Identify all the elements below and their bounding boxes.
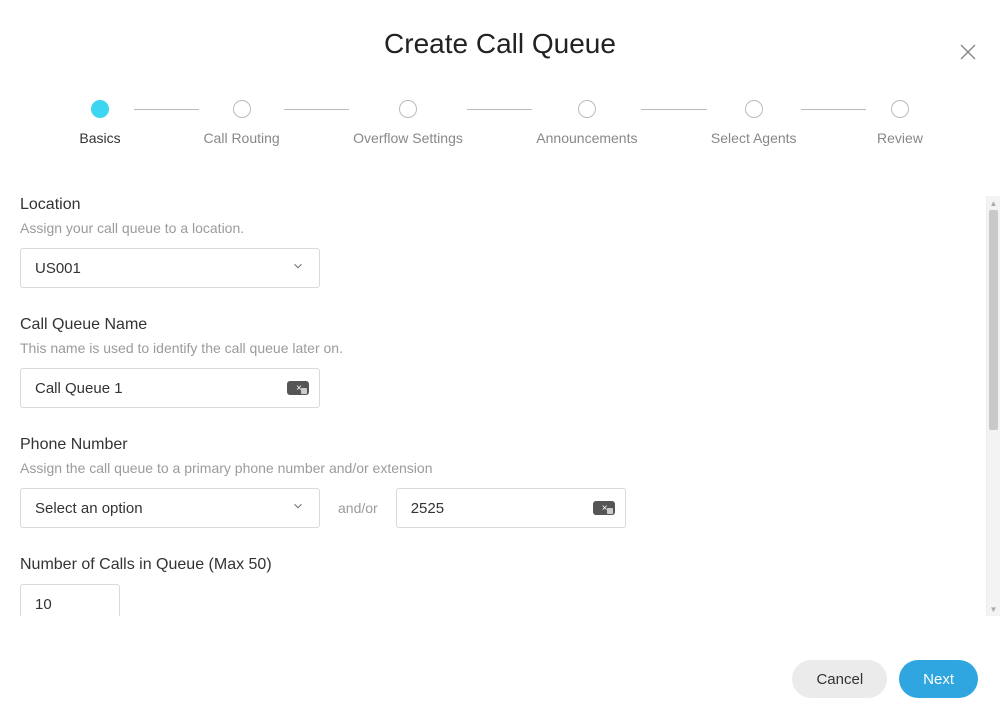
location-description: Assign your call queue to a location. (20, 220, 980, 236)
scroll-down-icon[interactable]: ▼ (987, 602, 1000, 616)
section-phone-number: Phone Number Assign the call queue to a … (20, 436, 980, 528)
andor-label: and/or (338, 500, 378, 516)
scrollbar-thumb[interactable] (989, 210, 998, 430)
step-circle-icon (578, 100, 596, 118)
location-value: US001 (35, 260, 81, 277)
step-connector (467, 109, 532, 110)
section-location: Location Assign your call queue to a loc… (20, 196, 980, 288)
step-label: Basics (79, 130, 120, 146)
step-connector (801, 109, 866, 110)
step-circle-icon (891, 100, 909, 118)
step-call-routing[interactable]: Call Routing (203, 100, 279, 146)
location-select[interactable]: US001 (20, 248, 320, 288)
stepper: Basics Call Routing Overflow Settings An… (0, 100, 1000, 146)
scrollbar[interactable]: ▲ ▼ (986, 196, 1000, 616)
location-label: Location (20, 196, 980, 214)
extension-input-wrapper (396, 488, 626, 528)
clear-input-icon[interactable] (287, 381, 309, 395)
step-basics[interactable]: Basics (70, 100, 130, 146)
step-circle-icon (91, 100, 109, 118)
section-queue-name: Call Queue Name This name is used to ide… (20, 316, 980, 408)
next-button[interactable]: Next (899, 660, 978, 698)
step-label: Select Agents (711, 130, 797, 146)
chevron-down-icon (291, 259, 305, 277)
calls-in-queue-input[interactable] (35, 596, 105, 613)
step-connector (134, 109, 199, 110)
step-circle-icon (399, 100, 417, 118)
step-label: Review (877, 130, 923, 146)
step-select-agents[interactable]: Select Agents (711, 100, 797, 146)
form-content: Location Assign your call queue to a loc… (0, 196, 1000, 616)
step-circle-icon (233, 100, 251, 118)
clear-input-icon[interactable] (593, 501, 615, 515)
step-label: Call Routing (203, 130, 279, 146)
chevron-down-icon (291, 499, 305, 517)
phone-number-description: Assign the call queue to a primary phone… (20, 460, 980, 476)
step-connector (641, 109, 706, 110)
extension-input[interactable] (411, 500, 611, 517)
calls-in-queue-input-wrapper (20, 584, 120, 616)
footer: Cancel Next (792, 660, 978, 698)
section-calls-in-queue: Number of Calls in Queue (Max 50) (20, 556, 980, 616)
step-label: Announcements (536, 130, 637, 146)
phone-number-placeholder: Select an option (35, 500, 143, 517)
queue-name-input[interactable] (35, 380, 305, 397)
close-button[interactable] (956, 40, 980, 64)
step-overflow-settings[interactable]: Overflow Settings (353, 100, 463, 146)
queue-name-label: Call Queue Name (20, 316, 980, 334)
phone-number-label: Phone Number (20, 436, 980, 454)
step-review[interactable]: Review (870, 100, 930, 146)
step-label: Overflow Settings (353, 130, 463, 146)
close-icon (956, 40, 980, 64)
page-title: Create Call Queue (0, 28, 1000, 60)
step-connector (284, 109, 349, 110)
queue-name-description: This name is used to identify the call q… (20, 340, 980, 356)
calls-in-queue-label: Number of Calls in Queue (Max 50) (20, 556, 980, 574)
cancel-button[interactable]: Cancel (792, 660, 887, 698)
scroll-up-icon[interactable]: ▲ (987, 196, 1000, 210)
queue-name-input-wrapper (20, 368, 320, 408)
step-circle-icon (745, 100, 763, 118)
step-announcements[interactable]: Announcements (536, 100, 637, 146)
phone-number-select[interactable]: Select an option (20, 488, 320, 528)
